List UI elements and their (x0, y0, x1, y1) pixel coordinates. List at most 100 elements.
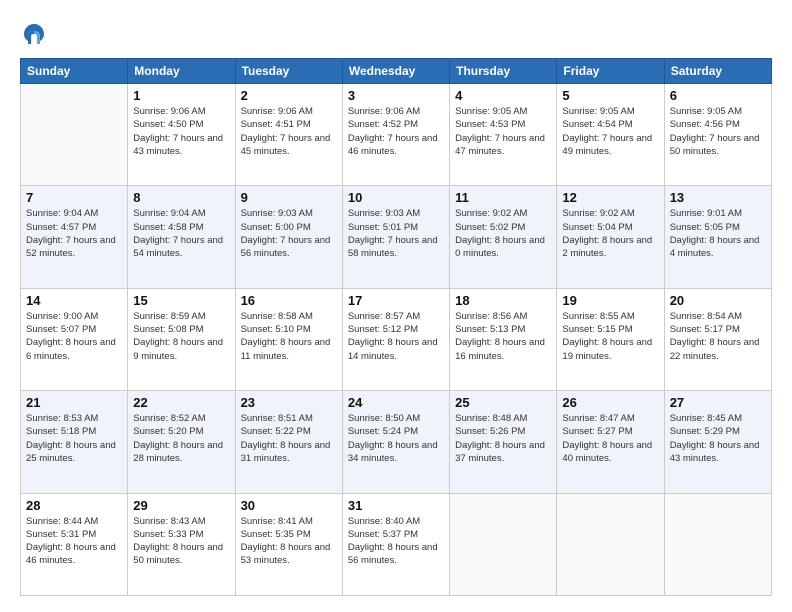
day-header-tuesday: Tuesday (235, 59, 342, 84)
day-cell: 2 Sunrise: 9:06 AMSunset: 4:51 PMDaylight… (235, 84, 342, 186)
day-number: 14 (26, 293, 122, 308)
day-cell: 11 Sunrise: 9:02 AMSunset: 5:02 PMDayligh… (450, 186, 557, 288)
day-number: 1 (133, 88, 229, 103)
day-number: 9 (241, 190, 337, 205)
day-cell: 29 Sunrise: 8:43 AMSunset: 5:33 PMDayligh… (128, 493, 235, 595)
day-info: Sunrise: 9:00 AMSunset: 5:07 PMDaylight:… (26, 310, 122, 363)
day-info: Sunrise: 9:05 AMSunset: 4:56 PMDaylight:… (670, 105, 766, 158)
week-row-2: 7 Sunrise: 9:04 AMSunset: 4:57 PMDaylight… (21, 186, 772, 288)
day-info: Sunrise: 8:48 AMSunset: 5:26 PMDaylight:… (455, 412, 551, 465)
day-cell: 24 Sunrise: 8:50 AMSunset: 5:24 PMDayligh… (342, 391, 449, 493)
day-info: Sunrise: 9:06 AMSunset: 4:52 PMDaylight:… (348, 105, 444, 158)
day-cell: 23 Sunrise: 8:51 AMSunset: 5:22 PMDayligh… (235, 391, 342, 493)
day-cell: 19 Sunrise: 8:55 AMSunset: 5:15 PMDayligh… (557, 288, 664, 390)
day-info: Sunrise: 8:51 AMSunset: 5:22 PMDaylight:… (241, 412, 337, 465)
day-cell: 18Sunrise: 8:56 AMSunset: 5:13 PMDayligh… (450, 288, 557, 390)
day-info: Sunrise: 9:06 AMSunset: 4:51 PMDaylight:… (241, 105, 337, 158)
day-number: 19 (562, 293, 658, 308)
day-info: Sunrise: 9:03 AMSunset: 5:01 PMDaylight:… (348, 207, 444, 260)
day-number: 12 (562, 190, 658, 205)
day-number: 25 (455, 395, 551, 410)
day-cell (450, 493, 557, 595)
day-cell: 17Sunrise: 8:57 AMSunset: 5:12 PMDayligh… (342, 288, 449, 390)
day-cell: 14 Sunrise: 9:00 AMSunset: 5:07 PMDayligh… (21, 288, 128, 390)
day-number: 7 (26, 190, 122, 205)
day-number: 20 (670, 293, 766, 308)
day-number: 24 (348, 395, 444, 410)
day-cell: 13 Sunrise: 9:01 AMSunset: 5:05 PMDayligh… (664, 186, 771, 288)
page: SundayMondayTuesdayWednesdayThursdayFrid… (0, 0, 792, 612)
day-cell: 22 Sunrise: 8:52 AMSunset: 5:20 PMDayligh… (128, 391, 235, 493)
day-cell: 6 Sunrise: 9:05 AMSunset: 4:56 PMDaylight… (664, 84, 771, 186)
week-row-4: 21Sunrise: 8:53 AMSunset: 5:18 PMDayligh… (21, 391, 772, 493)
day-info: Sunrise: 8:52 AMSunset: 5:20 PMDaylight:… (133, 412, 229, 465)
logo-icon (20, 20, 48, 48)
day-number: 6 (670, 88, 766, 103)
day-number: 2 (241, 88, 337, 103)
day-info: Sunrise: 9:05 AMSunset: 4:53 PMDaylight:… (455, 105, 551, 158)
day-cell: 4 Sunrise: 9:05 AMSunset: 4:53 PMDaylight… (450, 84, 557, 186)
day-number: 17 (348, 293, 444, 308)
day-cell: 10 Sunrise: 9:03 AMSunset: 5:01 PMDayligh… (342, 186, 449, 288)
day-cell: 5 Sunrise: 9:05 AMSunset: 4:54 PMDaylight… (557, 84, 664, 186)
day-cell: 16Sunrise: 8:58 AMSunset: 5:10 PMDayligh… (235, 288, 342, 390)
day-cell: 31 Sunrise: 8:40 AMSunset: 5:37 PMDayligh… (342, 493, 449, 595)
day-info: Sunrise: 8:58 AMSunset: 5:10 PMDaylight:… (241, 310, 337, 363)
logo (20, 20, 52, 48)
day-info: Sunrise: 9:05 AMSunset: 4:54 PMDaylight:… (562, 105, 658, 158)
day-info: Sunrise: 9:03 AMSunset: 5:00 PMDaylight:… (241, 207, 337, 260)
day-number: 30 (241, 498, 337, 513)
day-header-monday: Monday (128, 59, 235, 84)
day-info: Sunrise: 8:43 AMSunset: 5:33 PMDaylight:… (133, 515, 229, 568)
day-info: Sunrise: 9:02 AMSunset: 5:04 PMDaylight:… (562, 207, 658, 260)
day-number: 11 (455, 190, 551, 205)
week-row-1: 1Sunrise: 9:06 AMSunset: 4:50 PMDaylight… (21, 84, 772, 186)
day-cell: 1Sunrise: 9:06 AMSunset: 4:50 PMDaylight… (128, 84, 235, 186)
day-info: Sunrise: 9:04 AMSunset: 4:58 PMDaylight:… (133, 207, 229, 260)
day-number: 27 (670, 395, 766, 410)
day-number: 22 (133, 395, 229, 410)
day-info: Sunrise: 8:45 AMSunset: 5:29 PMDaylight:… (670, 412, 766, 465)
day-number: 29 (133, 498, 229, 513)
day-number: 26 (562, 395, 658, 410)
day-number: 21 (26, 395, 122, 410)
day-cell (664, 493, 771, 595)
day-info: Sunrise: 8:56 AMSunset: 5:13 PMDaylight:… (455, 310, 551, 363)
day-info: Sunrise: 9:02 AMSunset: 5:02 PMDaylight:… (455, 207, 551, 260)
day-number: 23 (241, 395, 337, 410)
day-number: 4 (455, 88, 551, 103)
day-info: Sunrise: 9:01 AMSunset: 5:05 PMDaylight:… (670, 207, 766, 260)
day-cell: 15 Sunrise: 8:59 AMSunset: 5:08 PMDayligh… (128, 288, 235, 390)
day-number: 5 (562, 88, 658, 103)
day-cell: 27 Sunrise: 8:45 AMSunset: 5:29 PMDayligh… (664, 391, 771, 493)
day-number: 3 (348, 88, 444, 103)
header (20, 16, 772, 48)
day-info: Sunrise: 9:04 AMSunset: 4:57 PMDaylight:… (26, 207, 122, 260)
day-cell: 20 Sunrise: 8:54 AMSunset: 5:17 PMDayligh… (664, 288, 771, 390)
day-info: Sunrise: 8:44 AMSunset: 5:31 PMDaylight:… (26, 515, 122, 568)
day-number: 8 (133, 190, 229, 205)
day-number: 15 (133, 293, 229, 308)
day-header-wednesday: Wednesday (342, 59, 449, 84)
day-cell: 9 Sunrise: 9:03 AMSunset: 5:00 PMDaylight… (235, 186, 342, 288)
day-info: Sunrise: 8:50 AMSunset: 5:24 PMDaylight:… (348, 412, 444, 465)
week-row-3: 14 Sunrise: 9:00 AMSunset: 5:07 PMDayligh… (21, 288, 772, 390)
day-number: 31 (348, 498, 444, 513)
day-header-sunday: Sunday (21, 59, 128, 84)
day-number: 10 (348, 190, 444, 205)
day-cell: 28Sunrise: 8:44 AMSunset: 5:31 PMDayligh… (21, 493, 128, 595)
day-number: 13 (670, 190, 766, 205)
header-row: SundayMondayTuesdayWednesdayThursdayFrid… (21, 59, 772, 84)
day-header-thursday: Thursday (450, 59, 557, 84)
day-cell: 30 Sunrise: 8:41 AMSunset: 5:35 PMDayligh… (235, 493, 342, 595)
day-info: Sunrise: 8:55 AMSunset: 5:15 PMDaylight:… (562, 310, 658, 363)
day-cell (21, 84, 128, 186)
day-cell: 26Sunrise: 8:47 AMSunset: 5:27 PMDayligh… (557, 391, 664, 493)
day-info: Sunrise: 8:59 AMSunset: 5:08 PMDaylight:… (133, 310, 229, 363)
day-info: Sunrise: 8:40 AMSunset: 5:37 PMDaylight:… (348, 515, 444, 568)
day-cell: 25 Sunrise: 8:48 AMSunset: 5:26 PMDayligh… (450, 391, 557, 493)
day-info: Sunrise: 8:54 AMSunset: 5:17 PMDaylight:… (670, 310, 766, 363)
day-cell: 21Sunrise: 8:53 AMSunset: 5:18 PMDayligh… (21, 391, 128, 493)
day-info: Sunrise: 8:41 AMSunset: 5:35 PMDaylight:… (241, 515, 337, 568)
day-cell (557, 493, 664, 595)
